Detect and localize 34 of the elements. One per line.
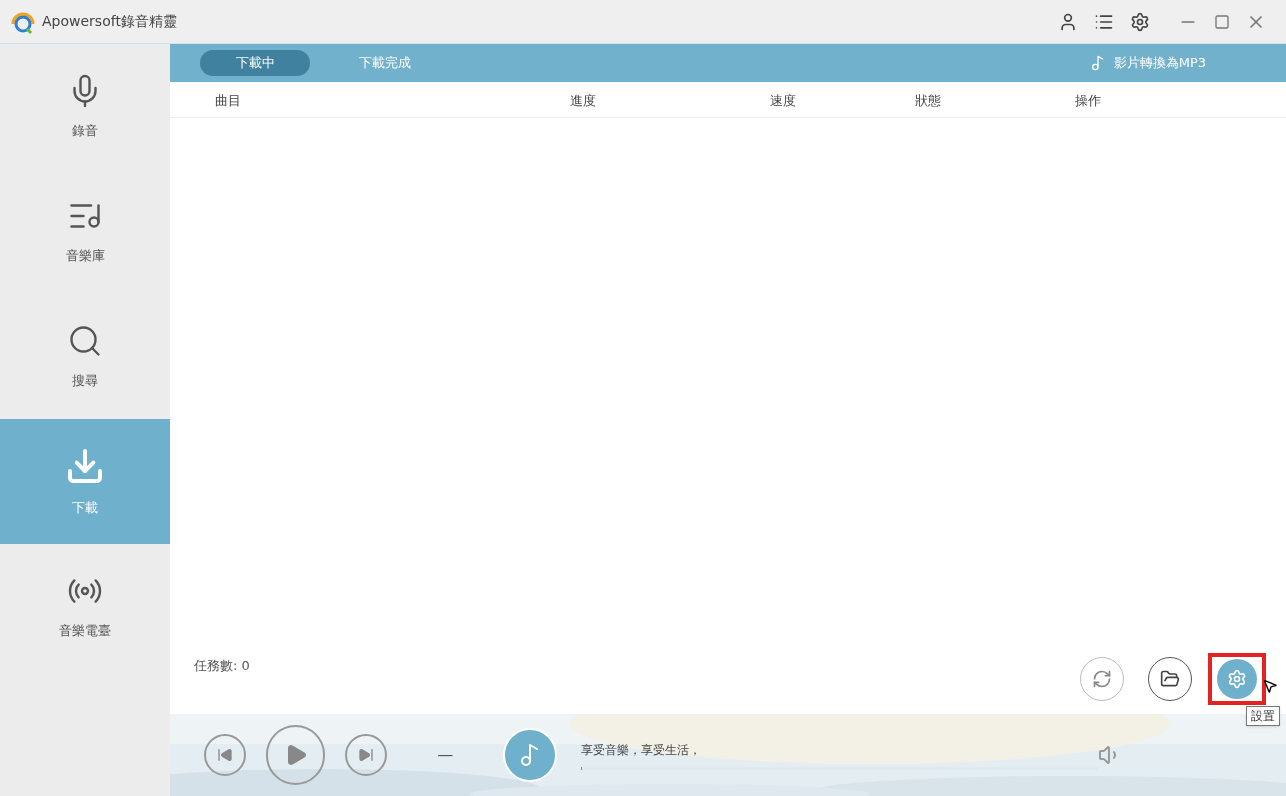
tooltip: 設置 <box>1246 706 1280 726</box>
user-icon[interactable] <box>1058 11 1078 32</box>
cursor-icon <box>1262 678 1278 694</box>
settings-button[interactable] <box>1208 653 1266 705</box>
sidebar-label: 錄音 <box>72 121 98 140</box>
convert-icon <box>1089 55 1106 71</box>
previous-button[interactable] <box>204 734 246 776</box>
column-header: 進度 <box>570 92 596 108</box>
sidebar-item[interactable]: 音樂電臺 <box>0 544 170 669</box>
sidebar-label: 音樂電臺 <box>59 621 111 640</box>
slogan: 享受音樂，享受生活， <box>581 741 702 759</box>
folder-icon <box>1160 669 1180 689</box>
sidebar-item[interactable]: 搜尋 <box>0 294 170 419</box>
play-button[interactable] <box>265 725 326 785</box>
sidebar-item[interactable]: 音樂庫 <box>0 169 170 294</box>
settings-icon[interactable] <box>1130 11 1150 32</box>
sidebar-label: 搜尋 <box>72 371 98 390</box>
next-button[interactable] <box>345 734 388 776</box>
column-header: 速度 <box>770 92 796 108</box>
task-count: 任務數: 0 <box>194 657 250 675</box>
window-title: Apowersoft錄音精靈 <box>42 12 177 31</box>
column-header: 狀態 <box>915 92 941 108</box>
sidebar-label: 下載 <box>72 498 98 517</box>
maximize-icon[interactable] <box>1214 13 1230 30</box>
previous-icon <box>216 747 233 763</box>
track-title: — <box>437 744 454 766</box>
column-header: 操作 <box>1075 92 1101 108</box>
sidebar-label: 音樂庫 <box>65 246 105 265</box>
settings-icon <box>1227 669 1247 689</box>
column-header: 曲目 <box>215 92 241 108</box>
next-icon <box>358 747 375 763</box>
sidebar-item[interactable]: 錄音 <box>0 44 170 169</box>
refresh-icon <box>1092 669 1112 689</box>
tab[interactable]: 下載中 <box>200 50 310 76</box>
